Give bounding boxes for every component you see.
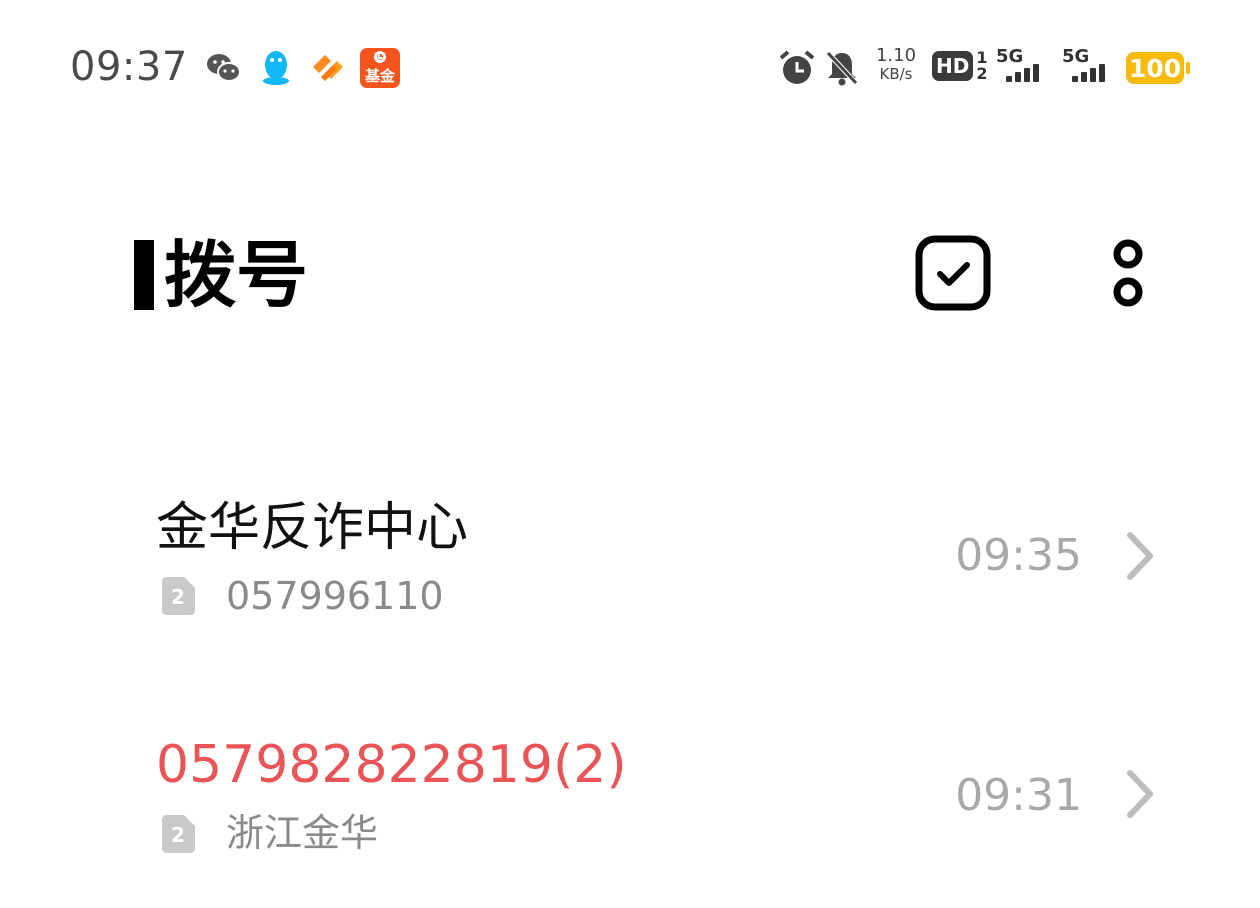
heart-app-icon xyxy=(308,48,348,88)
qq-icon xyxy=(256,48,296,88)
call-time: 09:35 xyxy=(955,530,1082,581)
wechat-icon xyxy=(204,48,244,88)
status-bar: 09:37 ◔ 基金 1.10 KB/s HD 1 2 5G 5G 100 xyxy=(0,0,1260,130)
call-log-item[interactable]: 057982822819(2) 2 浙江金华 09:31 xyxy=(0,720,1260,890)
net-speed-unit: KB/s xyxy=(879,65,913,83)
sim-card-icon: 2 xyxy=(162,577,195,615)
checkbox-icon xyxy=(915,235,991,311)
sim-card-icon: 2 xyxy=(162,815,195,853)
sim-number: 2 xyxy=(171,823,185,847)
select-button[interactable] xyxy=(914,234,992,312)
more-options-button[interactable] xyxy=(1100,234,1156,314)
signal-1-icon: 5G xyxy=(996,46,1050,86)
hd-voice-indicator: HD 1 2 xyxy=(932,50,987,82)
call-name: 057982822819(2) xyxy=(156,735,627,795)
fund-app-icon: ◔ 基金 xyxy=(360,48,400,88)
sim-number: 2 xyxy=(171,585,185,609)
call-time: 09:31 xyxy=(955,770,1082,821)
page-title: 拨号 xyxy=(164,233,309,317)
chevron-right-icon[interactable] xyxy=(1122,768,1158,820)
more-dots-icon xyxy=(1113,239,1143,307)
battery-icon: 100 xyxy=(1126,52,1190,84)
chevron-right-icon[interactable] xyxy=(1122,530,1158,582)
net-speed-value: 1.10 xyxy=(875,45,917,66)
hd-badge: HD xyxy=(932,51,974,81)
call-subtitle: 057996110 xyxy=(226,574,444,618)
call-name: 金华反诈中心 xyxy=(156,498,469,558)
status-time: 09:37 xyxy=(70,44,188,90)
battery-level: 100 xyxy=(1128,53,1182,83)
call-log-item[interactable]: 金华反诈中心 2 057996110 09:35 xyxy=(0,480,1260,650)
bell-muted-icon xyxy=(824,48,860,88)
alarm-icon xyxy=(778,48,816,88)
fund-app-label: 基金 xyxy=(364,66,395,85)
call-subtitle: 浙江金华 xyxy=(226,811,379,855)
network-speed: 1.10 KB/s xyxy=(873,46,919,84)
title-accent-bar xyxy=(134,240,154,310)
signal-2-icon: 5G xyxy=(1062,46,1116,86)
hd-sim-bottom: 2 xyxy=(976,64,988,83)
